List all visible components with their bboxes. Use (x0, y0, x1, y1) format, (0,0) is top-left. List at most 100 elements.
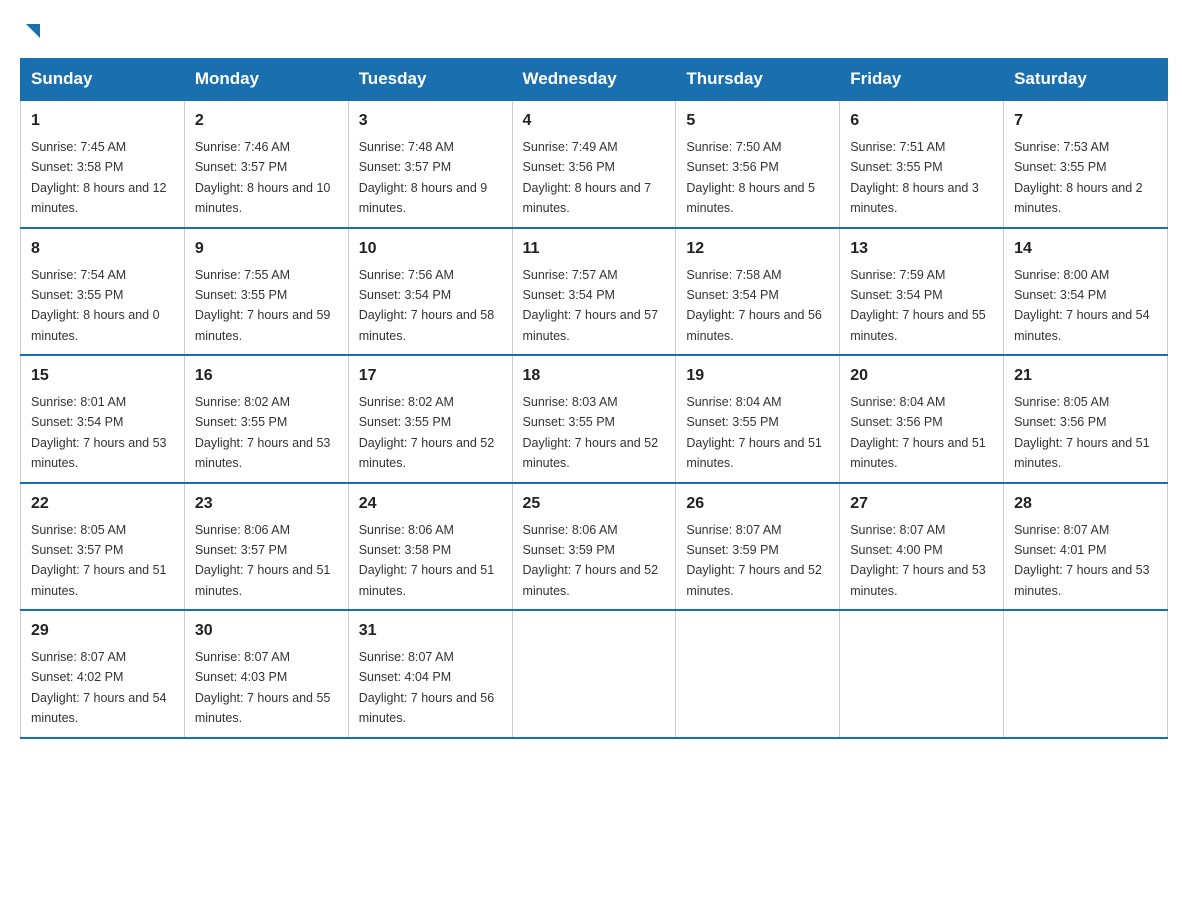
day-info: Sunrise: 8:02 AMSunset: 3:55 PMDaylight:… (359, 395, 495, 470)
day-info: Sunrise: 8:07 AMSunset: 4:04 PMDaylight:… (359, 650, 495, 725)
calendar-cell: 21 Sunrise: 8:05 AMSunset: 3:56 PMDaylig… (1004, 355, 1168, 483)
calendar-cell: 14 Sunrise: 8:00 AMSunset: 3:54 PMDaylig… (1004, 228, 1168, 356)
day-number: 18 (523, 364, 666, 388)
day-info: Sunrise: 8:04 AMSunset: 3:56 PMDaylight:… (850, 395, 986, 470)
weekday-header-wednesday: Wednesday (512, 59, 676, 101)
calendar-cell: 10 Sunrise: 7:56 AMSunset: 3:54 PMDaylig… (348, 228, 512, 356)
day-info: Sunrise: 8:07 AMSunset: 4:01 PMDaylight:… (1014, 523, 1150, 598)
day-number: 4 (523, 109, 666, 133)
day-info: Sunrise: 8:01 AMSunset: 3:54 PMDaylight:… (31, 395, 167, 470)
calendar-cell: 27 Sunrise: 8:07 AMSunset: 4:00 PMDaylig… (840, 483, 1004, 611)
calendar-cell: 22 Sunrise: 8:05 AMSunset: 3:57 PMDaylig… (21, 483, 185, 611)
calendar-cell: 8 Sunrise: 7:54 AMSunset: 3:55 PMDayligh… (21, 228, 185, 356)
day-info: Sunrise: 8:06 AMSunset: 3:57 PMDaylight:… (195, 523, 331, 598)
weekday-header-thursday: Thursday (676, 59, 840, 101)
day-info: Sunrise: 7:50 AMSunset: 3:56 PMDaylight:… (686, 140, 815, 215)
day-number: 21 (1014, 364, 1157, 388)
weekday-header-tuesday: Tuesday (348, 59, 512, 101)
calendar-cell: 5 Sunrise: 7:50 AMSunset: 3:56 PMDayligh… (676, 100, 840, 228)
day-number: 6 (850, 109, 993, 133)
day-info: Sunrise: 8:07 AMSunset: 4:03 PMDaylight:… (195, 650, 331, 725)
week-row-3: 15 Sunrise: 8:01 AMSunset: 3:54 PMDaylig… (21, 355, 1168, 483)
week-row-4: 22 Sunrise: 8:05 AMSunset: 3:57 PMDaylig… (21, 483, 1168, 611)
day-info: Sunrise: 7:51 AMSunset: 3:55 PMDaylight:… (850, 140, 979, 215)
day-info: Sunrise: 8:02 AMSunset: 3:55 PMDaylight:… (195, 395, 331, 470)
calendar-cell: 3 Sunrise: 7:48 AMSunset: 3:57 PMDayligh… (348, 100, 512, 228)
day-info: Sunrise: 8:04 AMSunset: 3:55 PMDaylight:… (686, 395, 822, 470)
calendar-cell: 30 Sunrise: 8:07 AMSunset: 4:03 PMDaylig… (184, 610, 348, 738)
calendar-cell: 29 Sunrise: 8:07 AMSunset: 4:02 PMDaylig… (21, 610, 185, 738)
day-info: Sunrise: 7:59 AMSunset: 3:54 PMDaylight:… (850, 268, 986, 343)
weekday-header-friday: Friday (840, 59, 1004, 101)
day-info: Sunrise: 7:58 AMSunset: 3:54 PMDaylight:… (686, 268, 822, 343)
day-info: Sunrise: 8:07 AMSunset: 4:00 PMDaylight:… (850, 523, 986, 598)
calendar-cell: 1 Sunrise: 7:45 AMSunset: 3:58 PMDayligh… (21, 100, 185, 228)
calendar-cell: 16 Sunrise: 8:02 AMSunset: 3:55 PMDaylig… (184, 355, 348, 483)
calendar-cell: 17 Sunrise: 8:02 AMSunset: 3:55 PMDaylig… (348, 355, 512, 483)
day-number: 10 (359, 237, 502, 261)
day-number: 29 (31, 619, 174, 643)
day-info: Sunrise: 8:07 AMSunset: 4:02 PMDaylight:… (31, 650, 167, 725)
day-number: 23 (195, 492, 338, 516)
calendar-cell (840, 610, 1004, 738)
day-info: Sunrise: 7:45 AMSunset: 3:58 PMDaylight:… (31, 140, 167, 215)
week-row-1: 1 Sunrise: 7:45 AMSunset: 3:58 PMDayligh… (21, 100, 1168, 228)
calendar-cell: 9 Sunrise: 7:55 AMSunset: 3:55 PMDayligh… (184, 228, 348, 356)
calendar-cell: 26 Sunrise: 8:07 AMSunset: 3:59 PMDaylig… (676, 483, 840, 611)
day-number: 16 (195, 364, 338, 388)
day-info: Sunrise: 7:48 AMSunset: 3:57 PMDaylight:… (359, 140, 488, 215)
day-number: 2 (195, 109, 338, 133)
day-number: 12 (686, 237, 829, 261)
day-number: 24 (359, 492, 502, 516)
calendar-cell: 2 Sunrise: 7:46 AMSunset: 3:57 PMDayligh… (184, 100, 348, 228)
logo (20, 20, 44, 42)
day-info: Sunrise: 8:05 AMSunset: 3:56 PMDaylight:… (1014, 395, 1150, 470)
calendar-cell: 31 Sunrise: 8:07 AMSunset: 4:04 PMDaylig… (348, 610, 512, 738)
day-number: 20 (850, 364, 993, 388)
day-info: Sunrise: 8:07 AMSunset: 3:59 PMDaylight:… (686, 523, 822, 598)
week-row-2: 8 Sunrise: 7:54 AMSunset: 3:55 PMDayligh… (21, 228, 1168, 356)
day-info: Sunrise: 8:00 AMSunset: 3:54 PMDaylight:… (1014, 268, 1150, 343)
day-number: 25 (523, 492, 666, 516)
day-number: 11 (523, 237, 666, 261)
day-number: 28 (1014, 492, 1157, 516)
weekday-header-sunday: Sunday (21, 59, 185, 101)
day-number: 13 (850, 237, 993, 261)
day-number: 26 (686, 492, 829, 516)
calendar-cell: 28 Sunrise: 8:07 AMSunset: 4:01 PMDaylig… (1004, 483, 1168, 611)
calendar-cell (676, 610, 840, 738)
calendar-cell: 6 Sunrise: 7:51 AMSunset: 3:55 PMDayligh… (840, 100, 1004, 228)
calendar-cell (1004, 610, 1168, 738)
calendar-cell: 18 Sunrise: 8:03 AMSunset: 3:55 PMDaylig… (512, 355, 676, 483)
day-number: 14 (1014, 237, 1157, 261)
day-number: 27 (850, 492, 993, 516)
day-number: 5 (686, 109, 829, 133)
day-number: 19 (686, 364, 829, 388)
calendar-cell: 25 Sunrise: 8:06 AMSunset: 3:59 PMDaylig… (512, 483, 676, 611)
page-header (20, 20, 1168, 42)
weekday-header-row: SundayMondayTuesdayWednesdayThursdayFrid… (21, 59, 1168, 101)
day-number: 7 (1014, 109, 1157, 133)
calendar-table: SundayMondayTuesdayWednesdayThursdayFrid… (20, 58, 1168, 739)
day-info: Sunrise: 8:05 AMSunset: 3:57 PMDaylight:… (31, 523, 167, 598)
day-info: Sunrise: 7:49 AMSunset: 3:56 PMDaylight:… (523, 140, 652, 215)
week-row-5: 29 Sunrise: 8:07 AMSunset: 4:02 PMDaylig… (21, 610, 1168, 738)
day-number: 17 (359, 364, 502, 388)
day-info: Sunrise: 7:56 AMSunset: 3:54 PMDaylight:… (359, 268, 495, 343)
day-number: 3 (359, 109, 502, 133)
calendar-cell: 15 Sunrise: 8:01 AMSunset: 3:54 PMDaylig… (21, 355, 185, 483)
weekday-header-saturday: Saturday (1004, 59, 1168, 101)
day-number: 1 (31, 109, 174, 133)
day-info: Sunrise: 7:46 AMSunset: 3:57 PMDaylight:… (195, 140, 331, 215)
weekday-header-monday: Monday (184, 59, 348, 101)
day-number: 30 (195, 619, 338, 643)
day-info: Sunrise: 7:55 AMSunset: 3:55 PMDaylight:… (195, 268, 331, 343)
calendar-cell: 19 Sunrise: 8:04 AMSunset: 3:55 PMDaylig… (676, 355, 840, 483)
day-info: Sunrise: 8:06 AMSunset: 3:58 PMDaylight:… (359, 523, 495, 598)
calendar-cell: 12 Sunrise: 7:58 AMSunset: 3:54 PMDaylig… (676, 228, 840, 356)
day-number: 9 (195, 237, 338, 261)
calendar-cell: 20 Sunrise: 8:04 AMSunset: 3:56 PMDaylig… (840, 355, 1004, 483)
calendar-cell: 7 Sunrise: 7:53 AMSunset: 3:55 PMDayligh… (1004, 100, 1168, 228)
calendar-cell: 24 Sunrise: 8:06 AMSunset: 3:58 PMDaylig… (348, 483, 512, 611)
day-number: 31 (359, 619, 502, 643)
